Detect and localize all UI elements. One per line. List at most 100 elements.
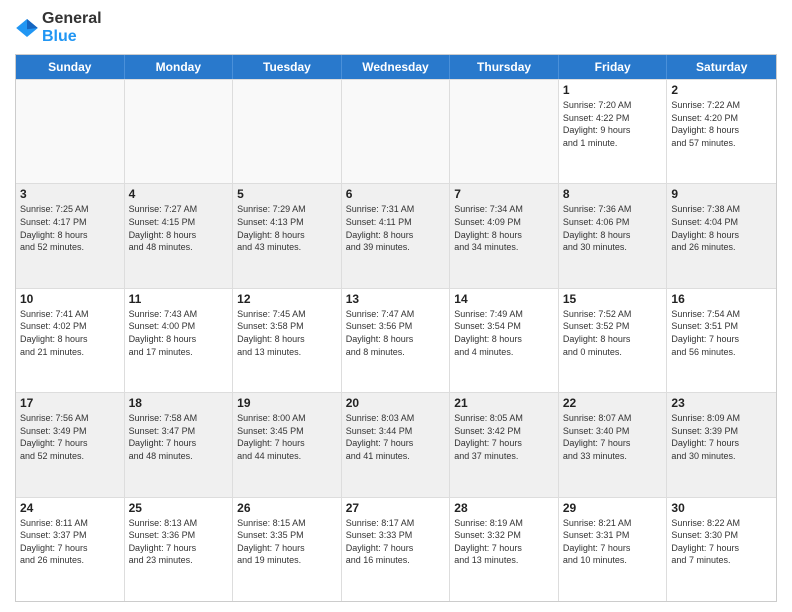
calendar-cell: 10 Sunrise: 7:41 AM Sunset: 4:02 PM Dayli… xyxy=(16,289,125,392)
calendar-cell xyxy=(16,80,125,183)
day-number: 14 xyxy=(454,292,554,306)
calendar-cell: 18 Sunrise: 7:58 AM Sunset: 3:47 PM Dayli… xyxy=(125,393,234,496)
day-info: Sunrise: 7:29 AM Sunset: 4:13 PM Dayligh… xyxy=(237,203,337,253)
calendar-body: 1Sunrise: 7:20 AM Sunset: 4:22 PM Daylig… xyxy=(16,79,776,601)
day-number: 29 xyxy=(563,501,663,515)
calendar-cell: 13 Sunrise: 7:47 AM Sunset: 3:56 PM Dayli… xyxy=(342,289,451,392)
day-number: 19 xyxy=(237,396,337,410)
calendar-cell: 26Sunrise: 8:15 AM Sunset: 3:35 PM Dayli… xyxy=(233,498,342,601)
day-number: 3 xyxy=(20,187,120,201)
day-info: Sunrise: 8:11 AM Sunset: 3:37 PM Dayligh… xyxy=(20,517,120,567)
calendar-cell: 29 Sunrise: 8:21 AM Sunset: 3:31 PM Dayli… xyxy=(559,498,668,601)
day-info: Sunrise: 7:22 AM Sunset: 4:20 PM Dayligh… xyxy=(671,99,772,149)
day-number: 16 xyxy=(671,292,772,306)
calendar-row-1: 1Sunrise: 7:20 AM Sunset: 4:22 PM Daylig… xyxy=(16,79,776,183)
day-number: 28 xyxy=(454,501,554,515)
day-info: Sunrise: 7:45 AM Sunset: 3:58 PM Dayligh… xyxy=(237,308,337,358)
day-info: Sunrise: 8:17 AM Sunset: 3:33 PM Dayligh… xyxy=(346,517,446,567)
day-info: Sunrise: 7:36 AM Sunset: 4:06 PM Dayligh… xyxy=(563,203,663,253)
day-info: Sunrise: 7:20 AM Sunset: 4:22 PM Dayligh… xyxy=(563,99,663,149)
calendar-cell: 2 Sunrise: 7:22 AM Sunset: 4:20 PM Daylig… xyxy=(667,80,776,183)
calendar-cell: 7Sunrise: 7:34 AM Sunset: 4:09 PM Daylig… xyxy=(450,184,559,287)
calendar-cell: 3 Sunrise: 7:25 AM Sunset: 4:17 PM Daylig… xyxy=(16,184,125,287)
day-number: 17 xyxy=(20,396,120,410)
day-info: Sunrise: 7:58 AM Sunset: 3:47 PM Dayligh… xyxy=(129,412,229,462)
calendar-cell: 19 Sunrise: 8:00 AM Sunset: 3:45 PM Dayli… xyxy=(233,393,342,496)
day-number: 20 xyxy=(346,396,446,410)
calendar-cell: 24 Sunrise: 8:11 AM Sunset: 3:37 PM Dayli… xyxy=(16,498,125,601)
day-number: 11 xyxy=(129,292,229,306)
day-number: 24 xyxy=(20,501,120,515)
day-info: Sunrise: 7:47 AM Sunset: 3:56 PM Dayligh… xyxy=(346,308,446,358)
day-number: 26 xyxy=(237,501,337,515)
calendar-cell: 6 Sunrise: 7:31 AM Sunset: 4:11 PM Daylig… xyxy=(342,184,451,287)
logo-icon xyxy=(15,16,39,40)
day-number: 12 xyxy=(237,292,337,306)
day-number: 10 xyxy=(20,292,120,306)
calendar-row-2: 3 Sunrise: 7:25 AM Sunset: 4:17 PM Daylig… xyxy=(16,183,776,287)
calendar-cell: 25Sunrise: 8:13 AM Sunset: 3:36 PM Dayli… xyxy=(125,498,234,601)
day-info: Sunrise: 7:31 AM Sunset: 4:11 PM Dayligh… xyxy=(346,203,446,253)
calendar-cell: 11 Sunrise: 7:43 AM Sunset: 4:00 PM Dayli… xyxy=(125,289,234,392)
day-number: 18 xyxy=(129,396,229,410)
day-info: Sunrise: 8:19 AM Sunset: 3:32 PM Dayligh… xyxy=(454,517,554,567)
day-number: 15 xyxy=(563,292,663,306)
calendar-cell xyxy=(342,80,451,183)
day-info: Sunrise: 7:49 AM Sunset: 3:54 PM Dayligh… xyxy=(454,308,554,358)
weekday-header-wednesday: Wednesday xyxy=(342,55,451,79)
calendar-header: SundayMondayTuesdayWednesdayThursdayFrid… xyxy=(16,55,776,79)
day-info: Sunrise: 7:52 AM Sunset: 3:52 PM Dayligh… xyxy=(563,308,663,358)
calendar-row-4: 17 Sunrise: 7:56 AM Sunset: 3:49 PM Dayli… xyxy=(16,392,776,496)
calendar: SundayMondayTuesdayWednesdayThursdayFrid… xyxy=(15,54,777,602)
day-info: Sunrise: 7:25 AM Sunset: 4:17 PM Dayligh… xyxy=(20,203,120,253)
day-number: 27 xyxy=(346,501,446,515)
calendar-cell: 30Sunrise: 8:22 AM Sunset: 3:30 PM Dayli… xyxy=(667,498,776,601)
day-info: Sunrise: 8:21 AM Sunset: 3:31 PM Dayligh… xyxy=(563,517,663,567)
header: General Blue xyxy=(15,10,777,46)
day-info: Sunrise: 8:13 AM Sunset: 3:36 PM Dayligh… xyxy=(129,517,229,567)
day-number: 6 xyxy=(346,187,446,201)
calendar-cell: 5 Sunrise: 7:29 AM Sunset: 4:13 PM Daylig… xyxy=(233,184,342,287)
day-info: Sunrise: 7:56 AM Sunset: 3:49 PM Dayligh… xyxy=(20,412,120,462)
day-number: 2 xyxy=(671,83,772,97)
day-info: Sunrise: 8:00 AM Sunset: 3:45 PM Dayligh… xyxy=(237,412,337,462)
day-info: Sunrise: 8:07 AM Sunset: 3:40 PM Dayligh… xyxy=(563,412,663,462)
day-number: 8 xyxy=(563,187,663,201)
weekday-header-saturday: Saturday xyxy=(667,55,776,79)
calendar-cell xyxy=(450,80,559,183)
day-number: 13 xyxy=(346,292,446,306)
calendar-cell xyxy=(233,80,342,183)
day-number: 30 xyxy=(671,501,772,515)
calendar-cell: 27 Sunrise: 8:17 AM Sunset: 3:33 PM Dayli… xyxy=(342,498,451,601)
day-info: Sunrise: 7:38 AM Sunset: 4:04 PM Dayligh… xyxy=(671,203,772,253)
day-number: 4 xyxy=(129,187,229,201)
calendar-cell: 22 Sunrise: 8:07 AM Sunset: 3:40 PM Dayli… xyxy=(559,393,668,496)
calendar-cell: 1Sunrise: 7:20 AM Sunset: 4:22 PM Daylig… xyxy=(559,80,668,183)
page: General Blue SundayMondayTuesdayWednesda… xyxy=(0,0,792,612)
calendar-cell: 8 Sunrise: 7:36 AM Sunset: 4:06 PM Daylig… xyxy=(559,184,668,287)
day-info: Sunrise: 8:09 AM Sunset: 3:39 PM Dayligh… xyxy=(671,412,772,462)
weekday-header-tuesday: Tuesday xyxy=(233,55,342,79)
calendar-row-5: 24 Sunrise: 8:11 AM Sunset: 3:37 PM Dayli… xyxy=(16,497,776,601)
day-info: Sunrise: 8:03 AM Sunset: 3:44 PM Dayligh… xyxy=(346,412,446,462)
weekday-header-thursday: Thursday xyxy=(450,55,559,79)
day-number: 21 xyxy=(454,396,554,410)
day-info: Sunrise: 7:27 AM Sunset: 4:15 PM Dayligh… xyxy=(129,203,229,253)
calendar-cell: 17 Sunrise: 7:56 AM Sunset: 3:49 PM Dayli… xyxy=(16,393,125,496)
day-info: Sunrise: 7:43 AM Sunset: 4:00 PM Dayligh… xyxy=(129,308,229,358)
day-number: 23 xyxy=(671,396,772,410)
day-info: Sunrise: 7:41 AM Sunset: 4:02 PM Dayligh… xyxy=(20,308,120,358)
calendar-cell: 15 Sunrise: 7:52 AM Sunset: 3:52 PM Dayli… xyxy=(559,289,668,392)
day-number: 9 xyxy=(671,187,772,201)
weekday-header-monday: Monday xyxy=(125,55,234,79)
day-number: 22 xyxy=(563,396,663,410)
calendar-cell xyxy=(125,80,234,183)
calendar-cell: 20 Sunrise: 8:03 AM Sunset: 3:44 PM Dayli… xyxy=(342,393,451,496)
calendar-cell: 16Sunrise: 7:54 AM Sunset: 3:51 PM Dayli… xyxy=(667,289,776,392)
day-number: 5 xyxy=(237,187,337,201)
day-info: Sunrise: 8:05 AM Sunset: 3:42 PM Dayligh… xyxy=(454,412,554,462)
calendar-cell: 4 Sunrise: 7:27 AM Sunset: 4:15 PM Daylig… xyxy=(125,184,234,287)
calendar-cell: 12 Sunrise: 7:45 AM Sunset: 3:58 PM Dayli… xyxy=(233,289,342,392)
calendar-cell: 28 Sunrise: 8:19 AM Sunset: 3:32 PM Dayli… xyxy=(450,498,559,601)
logo-text: General Blue xyxy=(42,10,102,46)
